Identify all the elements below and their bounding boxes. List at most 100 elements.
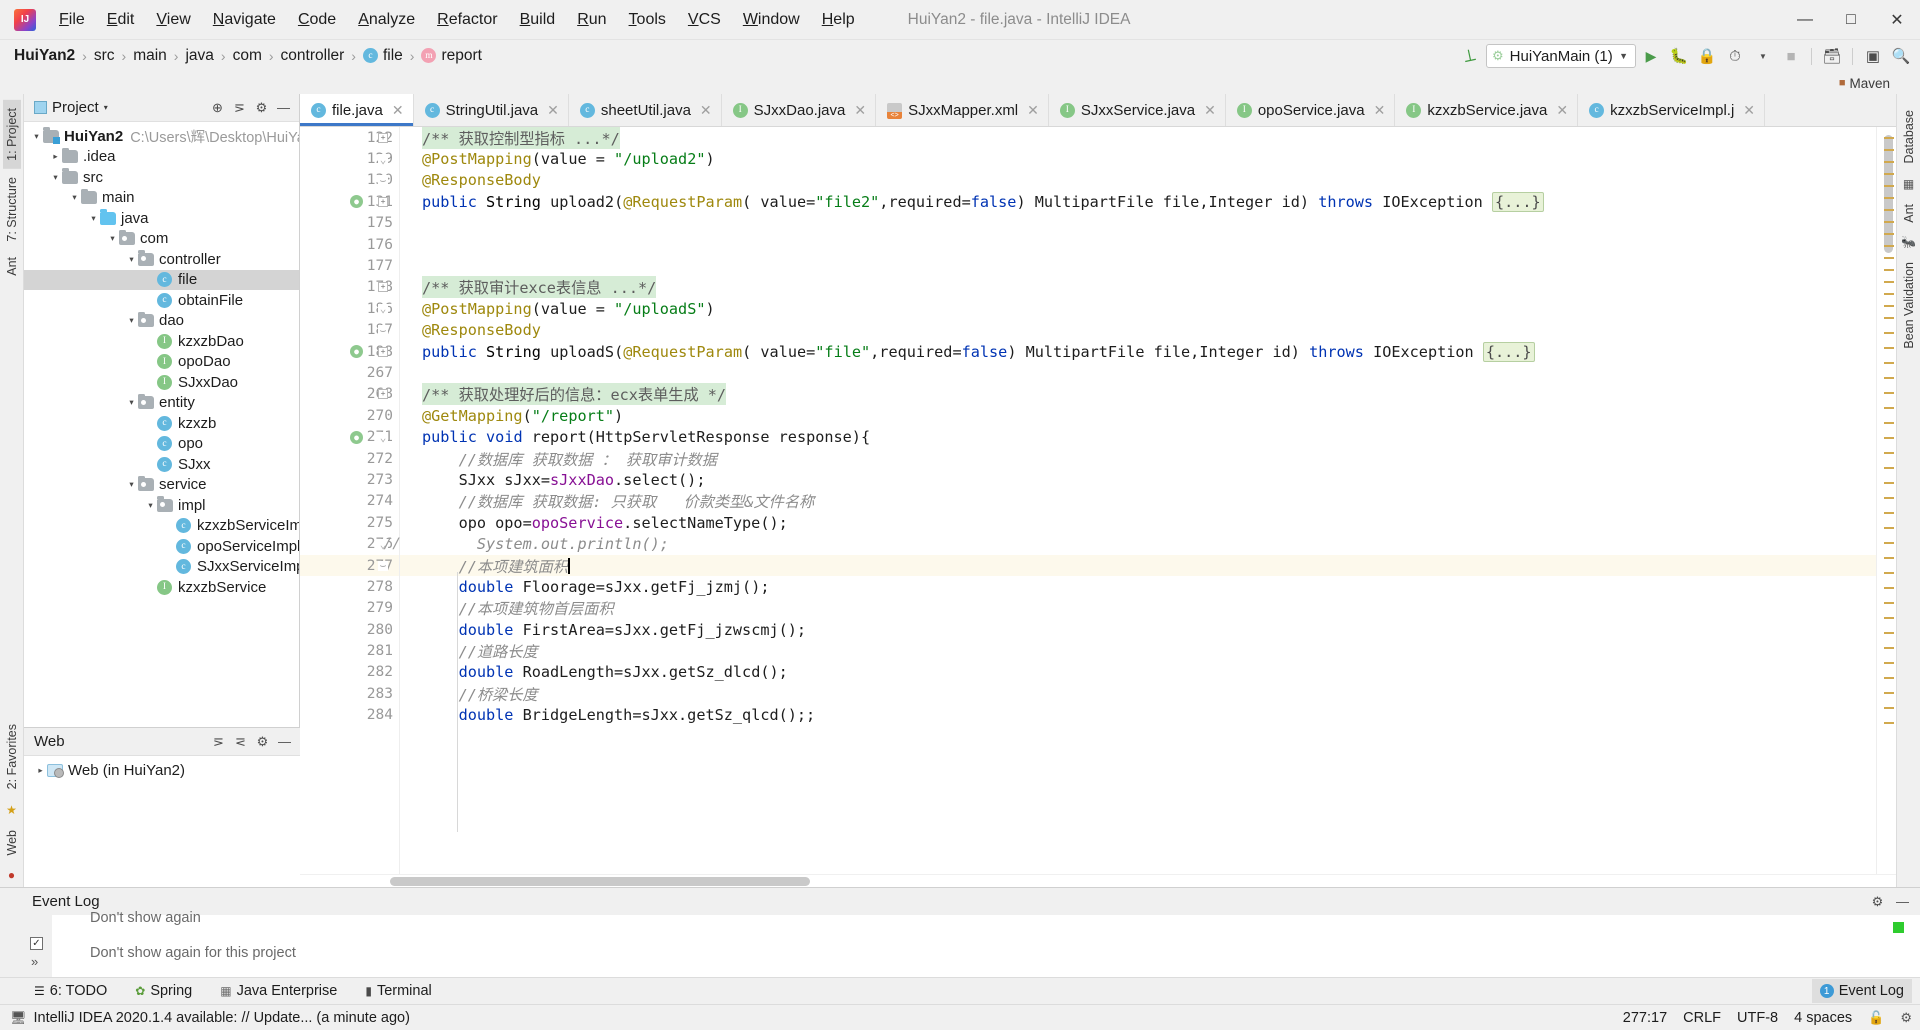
run-configuration-selector[interactable]: ⚙ HuiYanMain (1) ▼ bbox=[1486, 44, 1636, 68]
tree-node-sjxxserviceimpl[interactable]: ▸cSJxxServiceImpl bbox=[24, 557, 299, 578]
gutter-line-273[interactable]: 273 bbox=[300, 469, 399, 490]
chevron-down-icon[interactable]: ▾ bbox=[125, 254, 138, 265]
sidebar-tab-database[interactable]: Database bbox=[1900, 102, 1918, 172]
gutter-line-276[interactable]: 276⌄// bbox=[300, 533, 401, 554]
code-line-277[interactable]: //本项建筑面积 bbox=[400, 554, 1876, 577]
fold-collapse-icon[interactable]: ⌄ bbox=[378, 303, 388, 314]
hide-icon[interactable]: — bbox=[275, 732, 294, 751]
gutter-line-274[interactable]: 274 bbox=[300, 491, 399, 512]
code-line-284[interactable]: double BridgeLength=sJxx.getSz_qlcd();; bbox=[400, 705, 1876, 726]
fold-collapse-icon[interactable]: ⌄ bbox=[378, 154, 388, 165]
tree-node-dao[interactable]: ▾ dao bbox=[24, 311, 299, 332]
tree-node-com[interactable]: ▾ com bbox=[24, 229, 299, 250]
code-line-129[interactable]: @PostMapping(value = "/upload2") bbox=[400, 148, 1876, 169]
profiler-dropdown-icon[interactable]: ▼ bbox=[1750, 43, 1776, 69]
code-line-272[interactable]: //数据库 获取数据 ： 获取审计数据 bbox=[400, 448, 1876, 469]
chevron-down-icon[interactable]: ▾ bbox=[125, 397, 138, 408]
fold-expand-icon[interactable]: + bbox=[378, 196, 388, 207]
bottom-tab-event-log[interactable]: 1 Event Log bbox=[1811, 979, 1912, 1003]
dont-show-again-checkbox[interactable]: ✓ bbox=[30, 937, 43, 950]
tree-node-sjxxdao[interactable]: ▸ISJxxDao bbox=[24, 372, 299, 393]
gutter-line-267[interactable]: 267 bbox=[300, 362, 399, 383]
gutter-line-122[interactable]: 122+ bbox=[300, 127, 399, 148]
gutter-line-277[interactable]: 277⌣ bbox=[300, 554, 399, 577]
fold-expand-icon[interactable]: + bbox=[378, 132, 388, 143]
code-line-283[interactable]: //桥梁长度 bbox=[400, 683, 1876, 704]
code-line-267[interactable] bbox=[400, 362, 1876, 383]
run-button[interactable]: ▶ bbox=[1638, 43, 1664, 69]
gutter-line-176[interactable]: 176 bbox=[300, 234, 399, 255]
web-tree-node[interactable]: ▸ Web (in HuiYan2) bbox=[24, 760, 300, 781]
expand-all-icon[interactable]: ⋝ bbox=[209, 732, 228, 751]
code-line-275[interactable]: opo opo= opoService .selectNameType(); bbox=[400, 512, 1876, 533]
close-tab-icon[interactable]: ✕ bbox=[547, 102, 559, 119]
gutter-line-270[interactable]: 270 bbox=[300, 405, 399, 426]
run-endpoint-gutter-icon[interactable]: ● bbox=[350, 430, 363, 444]
code-area[interactable]: /** 获取控制型指标 ...*/@PostMapping(value = "/… bbox=[400, 127, 1876, 874]
close-button[interactable]: ✕ bbox=[1874, 0, 1920, 40]
gutter-line-284[interactable]: 284 bbox=[300, 705, 399, 726]
code-line-188[interactable]: public String uploadS(@RequestParam( val… bbox=[400, 341, 1876, 362]
tree-node-opo[interactable]: ▸copo bbox=[24, 434, 299, 455]
minimize-button[interactable]: — bbox=[1782, 0, 1828, 40]
editor-marker-strip[interactable] bbox=[1876, 127, 1896, 874]
sidebar-tab-bean-validation[interactable]: Bean Validation bbox=[1900, 254, 1918, 357]
stop-button[interactable]: ■ bbox=[1778, 43, 1804, 69]
chevron-down-icon[interactable]: ▾ bbox=[144, 500, 157, 511]
close-tab-icon[interactable]: ✕ bbox=[700, 102, 712, 119]
menu-analyze[interactable]: Analyze bbox=[347, 7, 426, 33]
tree-node-obtainfile[interactable]: ▸cobtainFile bbox=[24, 290, 299, 311]
code-line-276[interactable]: System.out.println(); bbox=[400, 533, 1876, 554]
editor-tab-kzxzbserviceimpl-j[interactable]: c kzxzbServiceImpl.j ✕ bbox=[1578, 94, 1766, 126]
tree-node-src[interactable]: ▾ src bbox=[24, 167, 299, 188]
line-separator[interactable]: CRLF bbox=[1683, 1010, 1721, 1026]
editor-vertical-scrollbar[interactable] bbox=[1884, 135, 1893, 253]
code-line-186[interactable]: @PostMapping(value = "/uploadS") bbox=[400, 298, 1876, 319]
editor-horizontal-scrollbar[interactable] bbox=[390, 877, 810, 886]
gutter-line-275[interactable]: 275 bbox=[300, 512, 399, 533]
close-tab-icon[interactable]: ✕ bbox=[1027, 102, 1039, 119]
code-line-176[interactable] bbox=[400, 234, 1876, 255]
inspection-icon[interactable]: ⚙ bbox=[1900, 1010, 1912, 1026]
gear-icon[interactable]: ⚙ bbox=[252, 98, 271, 117]
code-line-278[interactable]: double Floorage=sJxx.getFj_jzmj(); bbox=[400, 576, 1876, 597]
sidebar-tab-project[interactable]: 1: Project bbox=[2, 100, 21, 169]
chevron-down-icon[interactable]: ▾ bbox=[125, 479, 138, 490]
code-line-282[interactable]: double RoadLength=sJxx.getSz_dlcd(); bbox=[400, 662, 1876, 683]
menu-code[interactable]: Code bbox=[287, 7, 347, 33]
menu-tools[interactable]: Tools bbox=[618, 7, 677, 33]
code-line-178[interactable]: /** 获取审计exce表信息 ...*/ bbox=[400, 276, 1876, 299]
event-log-line-1[interactable]: Don't show again bbox=[90, 910, 201, 926]
fold-region-end-icon[interactable]: ⌣ bbox=[378, 175, 388, 186]
gutter-line-175[interactable]: 175 bbox=[300, 213, 399, 234]
code-line-270[interactable]: @GetMapping("/report") bbox=[400, 405, 1876, 426]
chevron-down-icon[interactable]: ▾ bbox=[30, 131, 43, 142]
sidebar-tab-ant-right[interactable]: Ant bbox=[1900, 196, 1918, 231]
code-line-279[interactable]: //本项建筑物首层面积 bbox=[400, 598, 1876, 619]
sidebar-tab-favorites[interactable]: 2: Favorites bbox=[3, 716, 21, 797]
breadcrumb-item-file[interactable]: c file bbox=[359, 45, 407, 67]
sidebar-tab-ant[interactable]: Ant bbox=[3, 249, 21, 284]
fold-collapse-icon[interactable]: ⌄ bbox=[378, 432, 388, 443]
menu-navigate[interactable]: Navigate bbox=[202, 7, 287, 33]
breadcrumb-item-java[interactable]: java bbox=[181, 45, 217, 67]
unlocked-icon[interactable]: 🔓 bbox=[1868, 1010, 1884, 1026]
bottom-tab-todo[interactable]: ☰ 6: TODO bbox=[30, 980, 111, 1002]
ant-icon[interactable]: 🐜 bbox=[1901, 230, 1916, 254]
editor-tab-kzxzbservice-java[interactable]: IkzxzbService.java ✕ bbox=[1395, 94, 1579, 126]
gutter-line-282[interactable]: 282 bbox=[300, 662, 399, 683]
gutter-line-129[interactable]: 129⌄ bbox=[300, 148, 399, 169]
close-tab-icon[interactable]: ✕ bbox=[1374, 102, 1386, 119]
editor-tab-sheetutil-java[interactable]: c sheetUtil.java ✕ bbox=[568, 94, 722, 126]
menu-edit[interactable]: Edit bbox=[96, 7, 146, 33]
run-with-coverage-button[interactable]: 🔒 bbox=[1694, 43, 1720, 69]
tree-node-oposerviceimpl[interactable]: ▸copoServiceImpl bbox=[24, 536, 299, 557]
hide-icon[interactable]: — bbox=[274, 98, 293, 117]
database-icon[interactable]: ▦ bbox=[1903, 172, 1914, 196]
collapse-all-icon[interactable]: ⋝ bbox=[230, 98, 249, 117]
editor-gutter[interactable]: 122+129⌄130⌣131●+175176177178+186⌄187⌣18… bbox=[300, 127, 401, 874]
tree-node-kzxzbservice[interactable]: ▸IkzxzbService bbox=[24, 577, 299, 598]
close-tab-icon[interactable]: ✕ bbox=[1204, 102, 1216, 119]
sidebar-tab-structure[interactable]: 7: Structure bbox=[3, 169, 21, 250]
tree-node--idea[interactable]: ▸ .idea bbox=[24, 147, 299, 168]
